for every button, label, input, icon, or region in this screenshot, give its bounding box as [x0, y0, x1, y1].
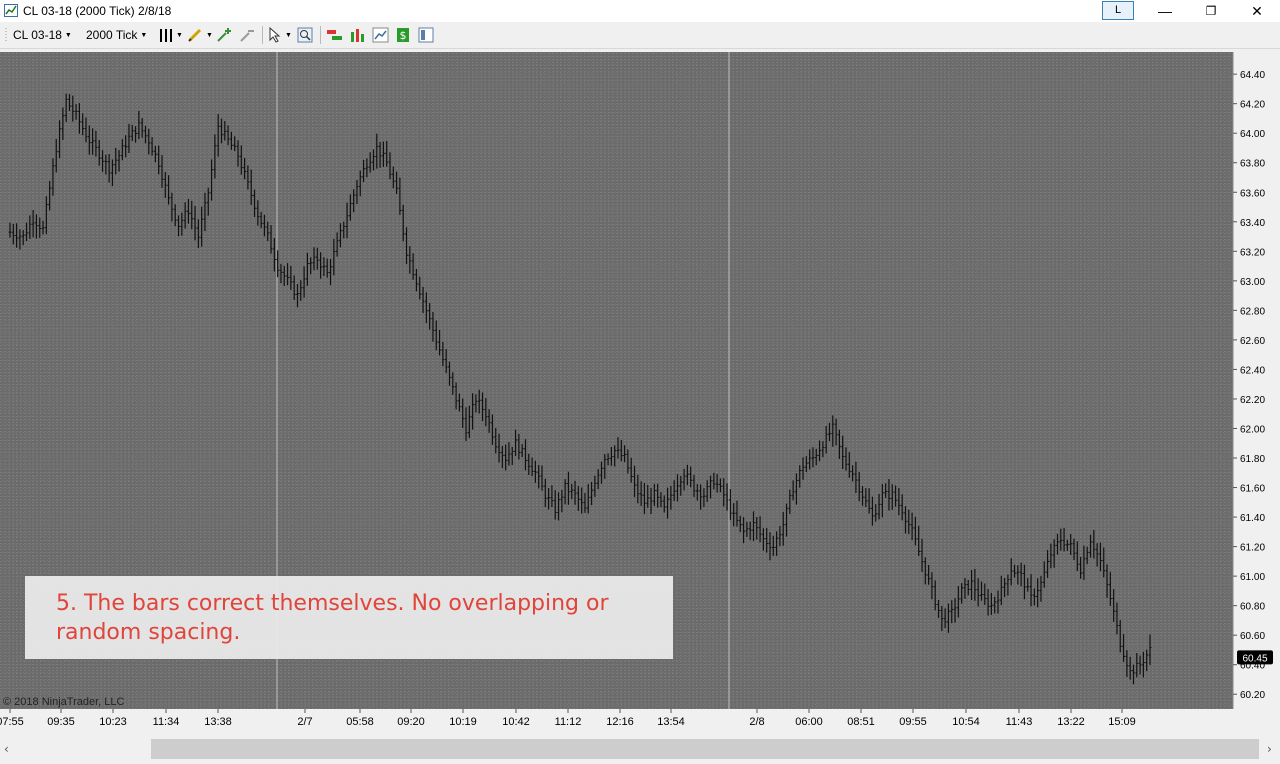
- order-icon: [327, 30, 342, 40]
- strategies-button[interactable]: [372, 26, 389, 44]
- zoom-in-button[interactable]: [216, 26, 233, 44]
- instrument-label: CL 03-18: [13, 28, 62, 42]
- price-tick-label: 63.80: [1240, 159, 1265, 170]
- time-axis: 07:55 09:35 10:23 11:34 13:38 2/7 05:58 09:20 10…: [0, 709, 1280, 733]
- time-tick-label: 10:23: [99, 716, 127, 728]
- last-price-marker: 60.45: [1237, 650, 1273, 665]
- interval-selector[interactable]: 2000 Tick ▼: [86, 26, 147, 44]
- close-button[interactable]: ✕: [1234, 0, 1280, 22]
- interval-label: 2000 Tick: [86, 28, 138, 42]
- templates-button[interactable]: [418, 26, 435, 44]
- price-tick-label: 60.80: [1240, 602, 1265, 613]
- price-tick-label: 62.40: [1240, 365, 1265, 376]
- price-tick-label: 61.60: [1240, 484, 1265, 495]
- chart-style-button[interactable]: ▼: [159, 26, 183, 44]
- time-tick-label: 13:38: [204, 716, 232, 728]
- instrument-selector[interactable]: CL 03-18 ▼: [13, 26, 72, 44]
- price-tick-label: 64.40: [1240, 70, 1265, 81]
- chevron-down-icon: ▼: [140, 31, 148, 39]
- copyright-text: © 2018 NinjaTrader, LLC: [3, 696, 125, 708]
- chevron-down-icon: ▼: [176, 31, 183, 39]
- annotation-text: 5. The bars correct themselves. No overl…: [56, 591, 609, 645]
- price-tick-label: 60.60: [1240, 631, 1265, 642]
- time-tick-label: 09:55: [899, 716, 927, 728]
- title-bar: CL 03-18 (2000 Tick) 2/8/18 L — ❐ ✕: [0, 0, 1280, 22]
- dollar-icon: $: [397, 28, 409, 42]
- price-tick-label: 63.40: [1240, 218, 1265, 229]
- time-tick-label: 12:16: [606, 716, 634, 728]
- window-title: CL 03-18 (2000 Tick) 2/8/18: [23, 4, 172, 18]
- chevron-down-icon: ▼: [285, 31, 292, 39]
- pointer-icon: [269, 27, 281, 43]
- indicators-button[interactable]: [349, 26, 366, 44]
- price-tick-label: 63.00: [1240, 277, 1265, 288]
- zoom-out-button[interactable]: [239, 26, 256, 44]
- price-tick-label: 63.60: [1240, 188, 1265, 199]
- horizontal-scrollbar[interactable]: ‹ ›: [0, 737, 1280, 761]
- toolbar-grip-icon: [4, 26, 8, 44]
- time-tick-label: 10:42: [502, 716, 530, 728]
- price-tick-label: 61.80: [1240, 454, 1265, 465]
- annotation-box: 5. The bars correct themselves. No overl…: [25, 576, 673, 659]
- data-box-button[interactable]: [297, 26, 313, 44]
- time-tick-label: 13:54: [657, 716, 685, 728]
- time-tick-label: 11:12: [555, 716, 582, 728]
- price-tick-label: 62.00: [1240, 424, 1265, 435]
- price-tick-label: 61.40: [1240, 513, 1265, 524]
- svg-text:$: $: [400, 29, 407, 42]
- chart-app-icon: [4, 4, 18, 17]
- price-tick-label: 61.20: [1240, 543, 1265, 554]
- price-tick-label: 64.20: [1240, 100, 1265, 111]
- price-tick-label: 62.60: [1240, 336, 1265, 347]
- price-tick-label: 62.80: [1240, 306, 1265, 317]
- lock-button[interactable]: L: [1102, 1, 1134, 20]
- time-tick-label: 13:22: [1057, 716, 1085, 728]
- time-tick-label: 09:35: [47, 716, 75, 728]
- toolbar-separator: [320, 26, 321, 44]
- time-tick-label: 07:55: [0, 716, 24, 728]
- price-tick-label: 62.20: [1240, 395, 1265, 406]
- price-tick-label: 63.20: [1240, 247, 1265, 258]
- time-tick-label: 15:09: [1108, 716, 1136, 728]
- strategy-icon: [372, 27, 389, 43]
- minimize-button[interactable]: —: [1142, 0, 1188, 22]
- time-tick-label: 2/7: [297, 716, 312, 728]
- scroll-right-arrow-icon[interactable]: ›: [1267, 742, 1272, 756]
- maximize-button[interactable]: ❐: [1188, 0, 1234, 22]
- pencil-icon: [188, 28, 202, 42]
- toolbar-separator: [262, 26, 263, 44]
- time-tick-label: 05:58: [346, 716, 374, 728]
- template-icon: [418, 27, 434, 43]
- time-axis-labels: 07:55 09:35 10:23 11:34 13:38 2/7 05:58 09:20 10…: [0, 709, 1136, 728]
- scroll-thumb[interactable]: [151, 739, 1259, 759]
- chevron-down-icon: ▼: [64, 31, 72, 39]
- zoom-out-icon: [240, 30, 254, 42]
- price-tick-label: 64.00: [1240, 129, 1265, 140]
- cursor-mode-button[interactable]: ▼: [268, 26, 292, 44]
- chevron-down-icon: ▼: [206, 31, 213, 39]
- time-tick-label: 2/8: [749, 716, 764, 728]
- time-tick-label: 10:54: [952, 716, 980, 728]
- time-tick-label: 08:51: [847, 716, 875, 728]
- drawing-tools-button[interactable]: ▼: [187, 26, 213, 44]
- zoom-in-icon: [217, 28, 231, 42]
- time-tick-label: 10:19: [449, 716, 477, 728]
- bar-style-icon: [160, 29, 172, 42]
- chart-trader-button[interactable]: [326, 26, 343, 44]
- last-price-label: 60.45: [1242, 653, 1267, 664]
- time-tick-label: 09:20: [397, 716, 425, 728]
- price-tick-label: 60.20: [1240, 690, 1265, 701]
- time-tick-label: 11:43: [1006, 716, 1033, 728]
- price-tick-label: 61.00: [1240, 572, 1265, 583]
- time-tick-label: 11:34: [153, 716, 180, 728]
- magnifier-icon: [297, 27, 313, 43]
- chart-toolbar: CL 03-18 ▼ 2000 Tick ▼ ▼ ▼ ▼ $: [0, 22, 1280, 49]
- indicators-icon: [351, 29, 364, 42]
- time-tick-label: 06:00: [795, 716, 823, 728]
- scroll-left-arrow-icon[interactable]: ‹: [4, 742, 9, 756]
- properties-button[interactable]: $: [395, 26, 412, 44]
